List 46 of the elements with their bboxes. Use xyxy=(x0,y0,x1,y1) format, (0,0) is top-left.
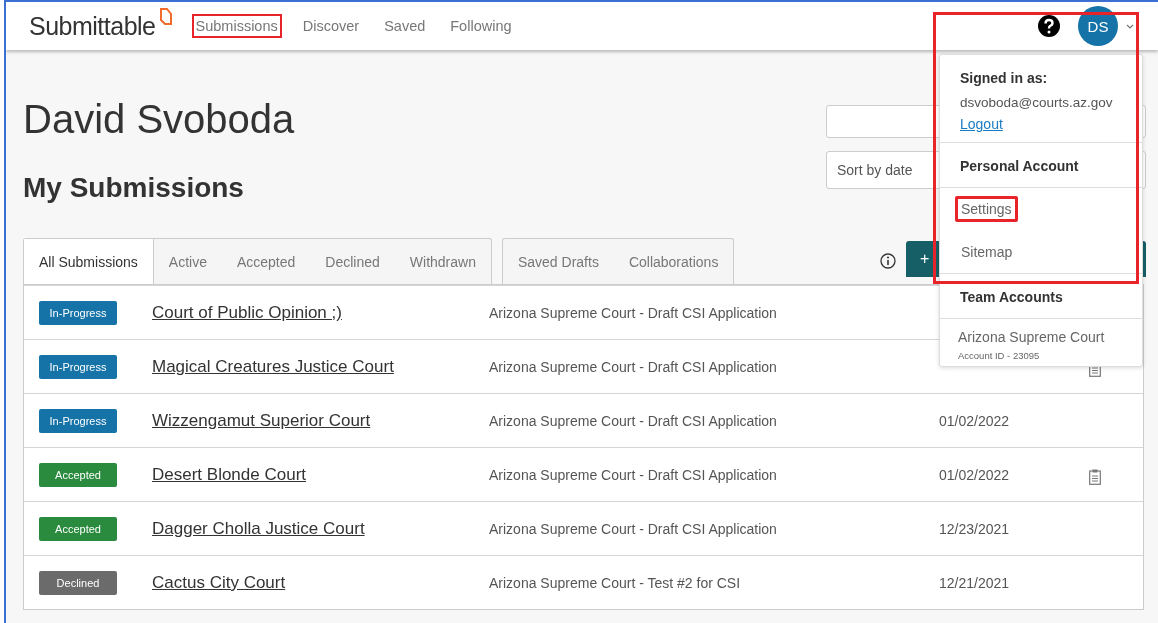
tab[interactable]: Accepted xyxy=(221,239,311,284)
menu-item[interactable]: Settings xyxy=(955,196,1018,222)
status-badge: In-Progress xyxy=(39,354,117,379)
submission-date: 12/21/2021 xyxy=(939,574,1010,591)
team-name[interactable]: Arizona Supreme Court xyxy=(958,329,1124,345)
form-name: Arizona Supreme Court - Draft CSI Application xyxy=(489,358,778,375)
submission-link[interactable]: Desert Blonde Court xyxy=(152,464,489,485)
status-badge: In-Progress xyxy=(39,408,117,433)
signed-in-label: Signed in as: xyxy=(960,69,1049,88)
nav-link[interactable]: Submissions xyxy=(191,14,282,38)
nav-link[interactable]: Saved xyxy=(380,14,430,38)
submission-link[interactable]: Wizzengamut Superior Court xyxy=(152,410,489,431)
tab[interactable]: Declined xyxy=(310,239,395,284)
submission-link[interactable]: Magical Creatures Justice Court xyxy=(152,356,489,377)
form-name: Arizona Supreme Court - Draft CSI Application xyxy=(489,304,778,321)
submission-date: 12/23/2021 xyxy=(939,520,1010,537)
menu-heading: Team Accounts xyxy=(960,288,1064,307)
form-name: Arizona Supreme Court - Test #2 for CSI xyxy=(489,574,742,591)
menu-item[interactable]: Sitemap xyxy=(955,239,1019,265)
nav-link[interactable]: Discover xyxy=(298,14,364,38)
tab[interactable]: Collaborations xyxy=(613,239,734,284)
submission-date: 01/02/2022 xyxy=(939,412,1010,429)
user-avatar[interactable]: DS xyxy=(1078,6,1118,46)
status-badge: In-Progress xyxy=(39,300,117,325)
submission-link[interactable]: Court of Public Opinion ;) xyxy=(152,302,489,323)
nav-link[interactable]: Following xyxy=(446,14,516,38)
form-name: Arizona Supreme Court - Draft CSI Application xyxy=(489,412,778,429)
logo-text[interactable]: Submittable xyxy=(29,11,156,41)
status-badge: Declined xyxy=(39,570,117,595)
submission-date: 01/02/2022 xyxy=(939,466,1010,483)
account-id: Account ID - 23095 xyxy=(958,350,1041,361)
form-name: Arizona Supreme Court - Draft CSI Application xyxy=(489,520,778,537)
tab[interactable]: All Submissions xyxy=(24,239,154,284)
status-badge: Accepted xyxy=(39,516,117,541)
status-badge: Accepted xyxy=(39,462,117,487)
section-title: My Submissions xyxy=(23,172,245,204)
tab[interactable]: Withdrawn xyxy=(394,239,491,284)
user-email: dsvoboda@courts.az.gov xyxy=(960,95,1114,110)
menu-heading: Personal Account xyxy=(960,157,1080,176)
page-title: David Svoboda xyxy=(23,97,295,142)
form-name: Arizona Supreme Court - Draft CSI Application xyxy=(489,466,778,483)
submission-link[interactable]: Cactus City Court xyxy=(152,572,489,593)
submission-link[interactable]: Dagger Cholla Justice Court xyxy=(152,518,489,539)
tab[interactable]: Saved Drafts xyxy=(502,239,614,284)
logout-link[interactable]: Logout xyxy=(960,116,1003,132)
tab[interactable]: Active xyxy=(153,239,222,284)
